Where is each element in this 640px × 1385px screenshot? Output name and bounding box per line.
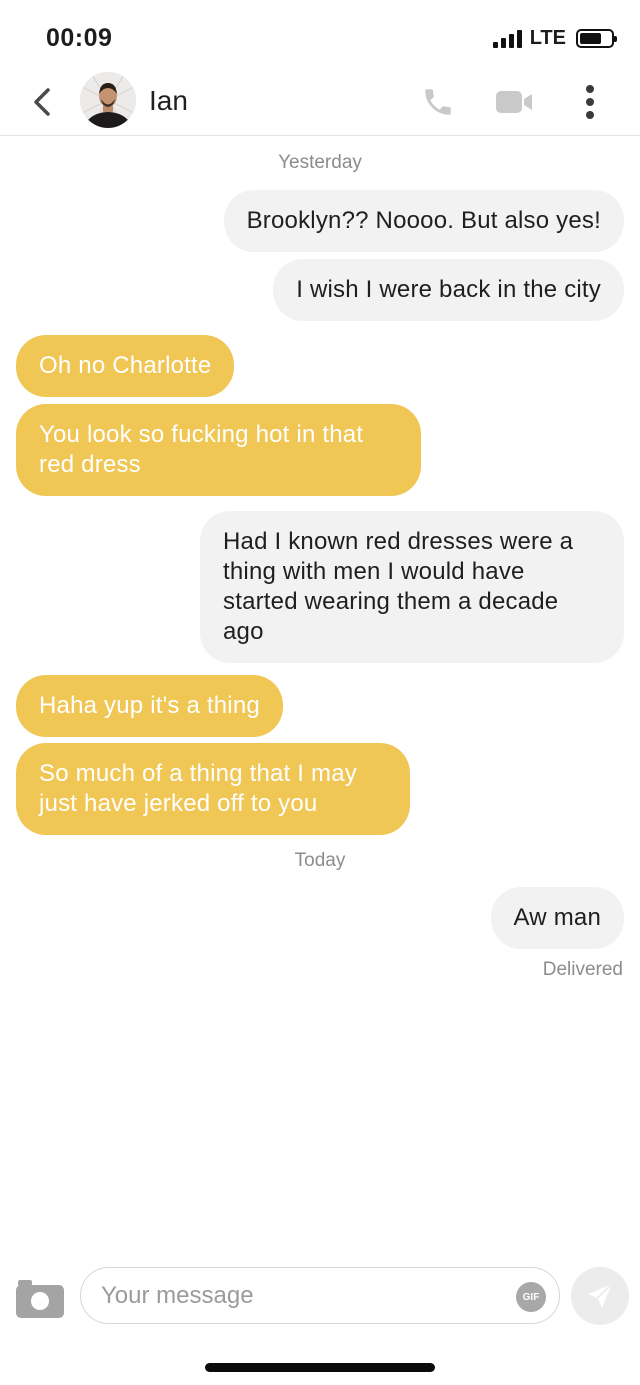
video-camera-icon <box>496 91 532 113</box>
message-input[interactable] <box>80 1267 560 1324</box>
contact-name[interactable]: Ian <box>149 85 188 117</box>
voice-call-button[interactable] <box>416 80 460 124</box>
outgoing-message[interactable]: Aw man <box>490 887 624 949</box>
status-indicators: LTE <box>492 27 617 50</box>
back-button[interactable] <box>22 82 62 122</box>
send-icon <box>588 1283 613 1308</box>
day-divider: Today <box>294 850 346 871</box>
status-time: 00:09 <box>46 24 113 52</box>
more-vertical-icon <box>586 85 594 119</box>
send-button[interactable] <box>571 1267 629 1325</box>
home-indicator[interactable] <box>205 1363 435 1372</box>
outgoing-message[interactable]: I wish I were back in the city <box>273 259 624 321</box>
avatar-image <box>80 72 136 128</box>
battery-level <box>580 33 601 44</box>
incoming-message[interactable]: You look so fucking hot in that red dres… <box>16 404 421 496</box>
camera-icon <box>16 1280 64 1318</box>
message-composer: GIF <box>0 1262 640 1332</box>
video-call-button[interactable] <box>492 80 536 124</box>
delivery-status: Delivered <box>542 959 623 980</box>
contact-avatar[interactable] <box>80 72 136 128</box>
battery-icon <box>576 29 617 48</box>
outgoing-message[interactable]: Brooklyn?? Noooo. But also yes! <box>223 190 624 252</box>
incoming-message[interactable]: So much of a thing that I may just have … <box>16 743 410 835</box>
chat-screen: 00:09 LTE Ian Yesterday Brooklyn?? Noooo… <box>0 0 640 1385</box>
day-divider: Yesterday <box>278 152 362 173</box>
status-bar: 00:09 LTE <box>0 0 640 70</box>
camera-button[interactable] <box>14 1272 66 1320</box>
gif-button[interactable]: GIF <box>516 1282 546 1312</box>
phone-icon <box>425 89 451 115</box>
signal-strength-icon <box>492 29 522 48</box>
chat-header: Ian <box>0 70 640 136</box>
incoming-message[interactable]: Oh no Charlotte <box>16 335 235 397</box>
network-type: LTE <box>529 27 566 49</box>
more-options-button[interactable] <box>568 80 612 124</box>
outgoing-message[interactable]: Had I known red dresses were a thing wit… <box>200 511 624 663</box>
chevron-left-icon <box>34 88 50 116</box>
incoming-message[interactable]: Haha yup it's a thing <box>16 675 283 737</box>
